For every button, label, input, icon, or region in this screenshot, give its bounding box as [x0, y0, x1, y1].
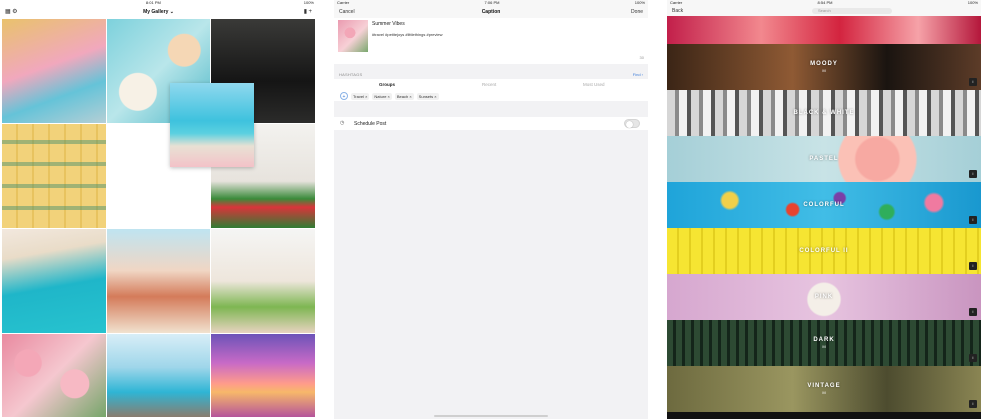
photo-tile[interactable] [107, 334, 210, 417]
caption-text[interactable]: Summer Vibes [372, 21, 405, 27]
filter-band[interactable]: COLORFUL i [667, 182, 981, 228]
character-count: 30 [639, 55, 644, 60]
filter-name: COLORFUL II [799, 247, 849, 254]
photo-tile[interactable] [2, 19, 106, 123]
schedule-toggle[interactable] [624, 119, 640, 128]
gear-icon[interactable]: ⚙ [12, 8, 17, 16]
filter-name: PASTEL [809, 155, 839, 162]
filter-name: BLACK & WHITE [793, 109, 855, 116]
clock-icon: ◷ [340, 120, 345, 126]
info-icon[interactable]: i [969, 216, 977, 224]
filter-band[interactable]: MOODY Mi [667, 44, 981, 90]
filter-subtitle: M [822, 344, 826, 349]
filter-band[interactable]: BLACK & WHITE [667, 90, 981, 136]
filter-name: DARK [813, 337, 835, 343]
photo-tile[interactable] [2, 229, 106, 333]
filter-subtitle: M [822, 390, 826, 395]
photo-tile[interactable] [211, 229, 315, 333]
info-icon[interactable]: i [969, 262, 977, 270]
filter-band[interactable]: PINK i [667, 274, 981, 320]
caption-hashtags[interactable]: #travel #petitejoys #littlethings #previ… [372, 32, 442, 37]
tab-most-used[interactable]: Most Used [583, 82, 605, 87]
filter-band[interactable]: DARK Mi [667, 320, 981, 366]
filter-subtitle: M [822, 68, 826, 73]
cancel-button[interactable]: Cancel [339, 9, 355, 15]
info-icon[interactable]: i [969, 400, 977, 408]
photo-tile[interactable] [2, 124, 106, 228]
filter-list: MOODY Mi BLACK & WHITE PASTEL i COLORFUL i COLO… [667, 16, 981, 412]
chip-nature[interactable]: Nature × [372, 92, 392, 100]
caption-title: Caption [481, 9, 501, 15]
filter-name: MOODY [810, 61, 838, 67]
photo-grid [2, 19, 315, 417]
info-icon[interactable]: i [969, 78, 977, 86]
filter-name: COLORFUL [803, 201, 845, 208]
filter-band[interactable]: PASTEL i [667, 136, 981, 182]
gallery-navbar: ▦ ⚙ My Gallery ⌄ ▮ + [0, 6, 317, 18]
photo-tile[interactable] [211, 334, 315, 417]
home-indicator [434, 415, 548, 417]
post-thumbnail [338, 20, 368, 52]
gallery-title[interactable]: My Gallery ⌄ [0, 9, 317, 15]
tab-groups[interactable]: Groups [379, 82, 395, 87]
caption-navbar: Cancel Caption Done [334, 6, 648, 18]
info-icon[interactable]: i [969, 308, 977, 316]
filter-name: PINK [814, 293, 834, 300]
photo-tile[interactable] [107, 229, 210, 333]
find-hashtags-link[interactable]: Find › [633, 72, 643, 77]
plus-icon[interactable]: + [308, 8, 312, 16]
hashtag-panel: Groups Recent Most Used + Travel × Natur… [334, 79, 648, 101]
chip-travel[interactable]: Travel × [351, 92, 370, 100]
info-icon[interactable]: i [969, 170, 977, 178]
add-group-icon[interactable]: + [340, 92, 348, 100]
back-button[interactable]: Back [672, 8, 683, 14]
caption-screen: Carrier 7:06 PM 100% Cancel Caption Done… [334, 0, 648, 419]
tab-recent[interactable]: Recent [482, 82, 496, 87]
photo-tile[interactable] [2, 334, 106, 417]
hashtag-group-chips: + Travel × Nature × Beach × Sunsets × [340, 92, 439, 100]
dragging-photo-tile[interactable] [170, 83, 254, 167]
bar-chart-icon[interactable]: ▮ [304, 8, 307, 16]
chip-sunsets[interactable]: Sunsets × [416, 92, 439, 100]
filter-band[interactable]: VINTAGE Mi [667, 366, 981, 412]
search-input[interactable]: Search [812, 8, 892, 14]
chip-beach[interactable]: Beach × [394, 92, 414, 100]
filter-name: VINTAGE [807, 383, 841, 389]
filter-band[interactable]: COLORFUL II i [667, 228, 981, 274]
caption-editor[interactable]: Summer Vibes #travel #petitejoys #little… [334, 18, 648, 64]
filter-band[interactable] [667, 16, 981, 44]
schedule-row: ◷ Schedule Post [334, 117, 648, 130]
info-icon[interactable]: i [969, 354, 977, 362]
gallery-screen: 8:01 PM 100% ▦ ⚙ My Gallery ⌄ ▮ + [0, 0, 317, 419]
filters-screen: Carrier 8:54 PM 100% Back Search MOODY Mi… [667, 0, 981, 419]
done-button[interactable]: Done [631, 9, 643, 15]
schedule-label: Schedule Post [354, 121, 387, 127]
hashtags-section-label: HASHTAGS [339, 72, 363, 77]
calendar-icon[interactable]: ▦ [5, 8, 11, 16]
